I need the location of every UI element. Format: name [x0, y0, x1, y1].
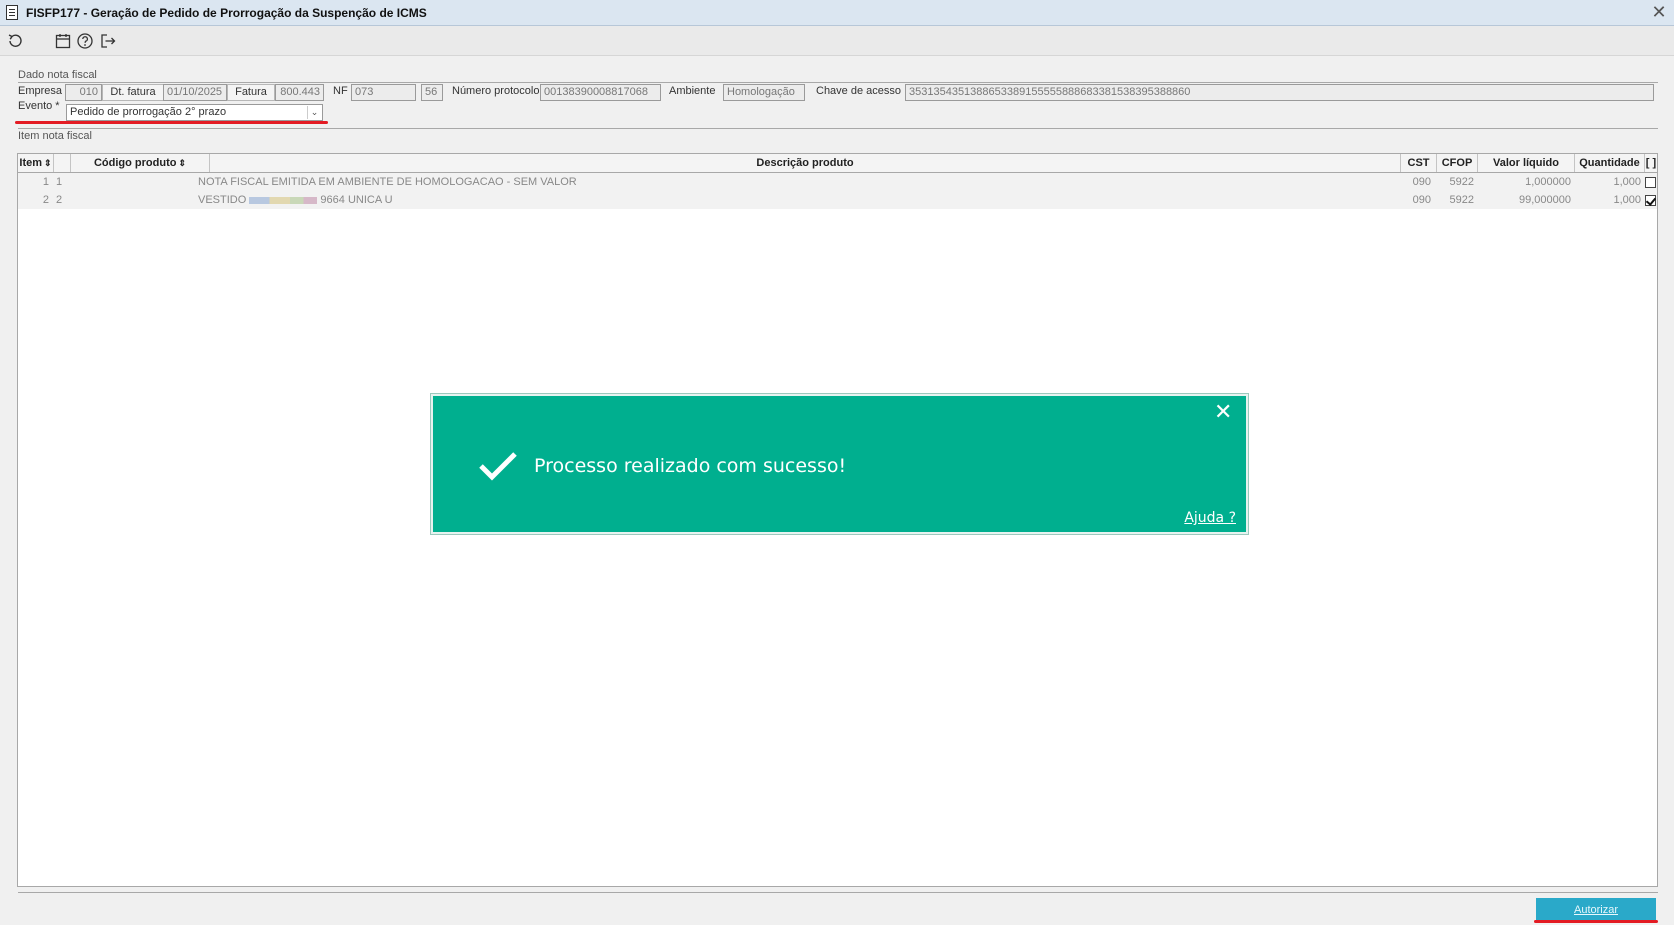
cell-quantidade: 1,000 [1613, 176, 1641, 188]
dt-fatura-label: Dt. fatura [102, 84, 164, 101]
column-header-cfop[interactable]: CFOP [1437, 154, 1478, 172]
ambiente-label: Ambiente [669, 85, 716, 97]
document-icon [6, 5, 18, 20]
cell-cfop: 5922 [1449, 176, 1474, 188]
column-header-cst[interactable]: CST [1401, 154, 1437, 172]
window-titlebar: FISFP177 - Geração de Pedido de Prorroga… [0, 0, 1674, 26]
cell-valor-liquido: 1,000000 [1525, 176, 1571, 188]
table-header: Item ⇕ Código produto ⇕ Descrição produto … [18, 154, 1657, 173]
nf-field[interactable]: 073 [351, 84, 416, 101]
serie-field[interactable]: 56 [421, 84, 443, 101]
help-icon[interactable] [76, 32, 94, 50]
column-header-select[interactable]: [ ] [1645, 154, 1657, 172]
chave-acesso-label: Chave de acesso [816, 85, 901, 97]
cell-codigo: 2 [56, 194, 63, 206]
refresh-icon[interactable] [6, 32, 24, 50]
protocolo-field[interactable]: 00138390008817068 [540, 84, 661, 101]
column-header-item[interactable]: Item ⇕ [18, 154, 54, 172]
cell-codigo: 1 [56, 176, 63, 188]
success-toast: Processo realizado com sucesso! ✕ Ajuda … [431, 394, 1248, 534]
cell-cst: 090 [1412, 194, 1431, 206]
sort-icon[interactable]: ⇕ [178, 158, 186, 168]
cell-cst: 090 [1412, 176, 1431, 188]
evento-highlight-underline [15, 121, 328, 124]
nf-label: NF [333, 85, 348, 97]
cell-cfop: 5922 [1449, 194, 1474, 206]
sort-icon[interactable]: ⇕ [44, 158, 52, 168]
cell-valor-liquido: 99,000000 [1519, 194, 1571, 206]
chave-acesso-field[interactable]: 3531354351388653389155555888683381538395… [905, 84, 1654, 101]
cell-descricao: NOTA FISCAL EMITIDA EM AMBIENTE DE HOMOL… [198, 176, 577, 188]
close-window-icon[interactable]: ✕ [1650, 3, 1668, 21]
chevron-down-icon[interactable]: ⌄ [307, 106, 321, 119]
column-header-quantidade[interactable]: Quantidade [1575, 154, 1645, 172]
close-toast-icon[interactable]: ✕ [1214, 402, 1232, 424]
evento-label: Evento * [18, 100, 60, 112]
fatura-label: Fatura [227, 84, 275, 101]
section-divider [18, 128, 1658, 129]
cell-descricao: VESTIDO 9664 UNICA U [198, 191, 1388, 209]
protocolo-label: Número protocolo [452, 85, 540, 97]
toast-message: Processo realizado com sucesso! [534, 455, 847, 477]
table-row[interactable]: 2 2 VESTIDO 9664 UNICA U 090 5922 99,000… [18, 191, 1657, 209]
autorizar-highlight-underline [1534, 920, 1658, 923]
cell-descricao-suffix: 9664 UNICA U [320, 194, 393, 206]
window-title: FISFP177 - Geração de Pedido de Prorroga… [26, 6, 427, 20]
column-header-descricao[interactable]: Descrição produto [210, 154, 1401, 172]
fatura-field[interactable]: 800.443 [275, 84, 324, 101]
calendar-icon[interactable] [54, 32, 72, 50]
cell-quantidade: 1,000 [1613, 194, 1641, 206]
redacted-text [249, 196, 318, 204]
toolbar [0, 26, 1674, 56]
table-row[interactable]: 1 1 NOTA FISCAL EMITIDA EM AMBIENTE DE H… [18, 173, 1657, 191]
dt-fatura-field[interactable]: 01/10/2025 [163, 84, 227, 101]
column-header-codigo[interactable]: Código produto ⇕ [71, 154, 210, 172]
row-select-checkbox-checked[interactable] [1645, 195, 1656, 206]
column-spacer [54, 154, 71, 172]
empresa-label: Empresa [18, 85, 63, 97]
ambiente-field[interactable]: Homologação [723, 84, 805, 101]
cell-item: 2 [42, 194, 49, 206]
toast-help-link[interactable]: Ajuda ? [1184, 510, 1236, 526]
checkmark-icon [479, 452, 517, 481]
exit-icon[interactable] [99, 32, 117, 50]
section-divider [18, 82, 1658, 83]
column-header-valor-liquido[interactable]: Valor líquido [1478, 154, 1575, 172]
cell-descricao-prefix: VESTIDO [198, 194, 247, 206]
section-title-item-nota-fiscal: Item nota fiscal [18, 130, 92, 142]
section-title-dado-nota-fiscal: Dado nota fiscal [18, 69, 97, 81]
row-select-checkbox[interactable] [1645, 177, 1656, 188]
cell-item: 1 [42, 176, 49, 188]
empresa-field[interactable]: 010 [65, 84, 102, 101]
footer-divider [18, 892, 1658, 893]
evento-select-value: Pedido de prorrogação 2° prazo [70, 106, 227, 118]
evento-select[interactable]: Pedido de prorrogação 2° prazo ⌄ [66, 104, 323, 121]
